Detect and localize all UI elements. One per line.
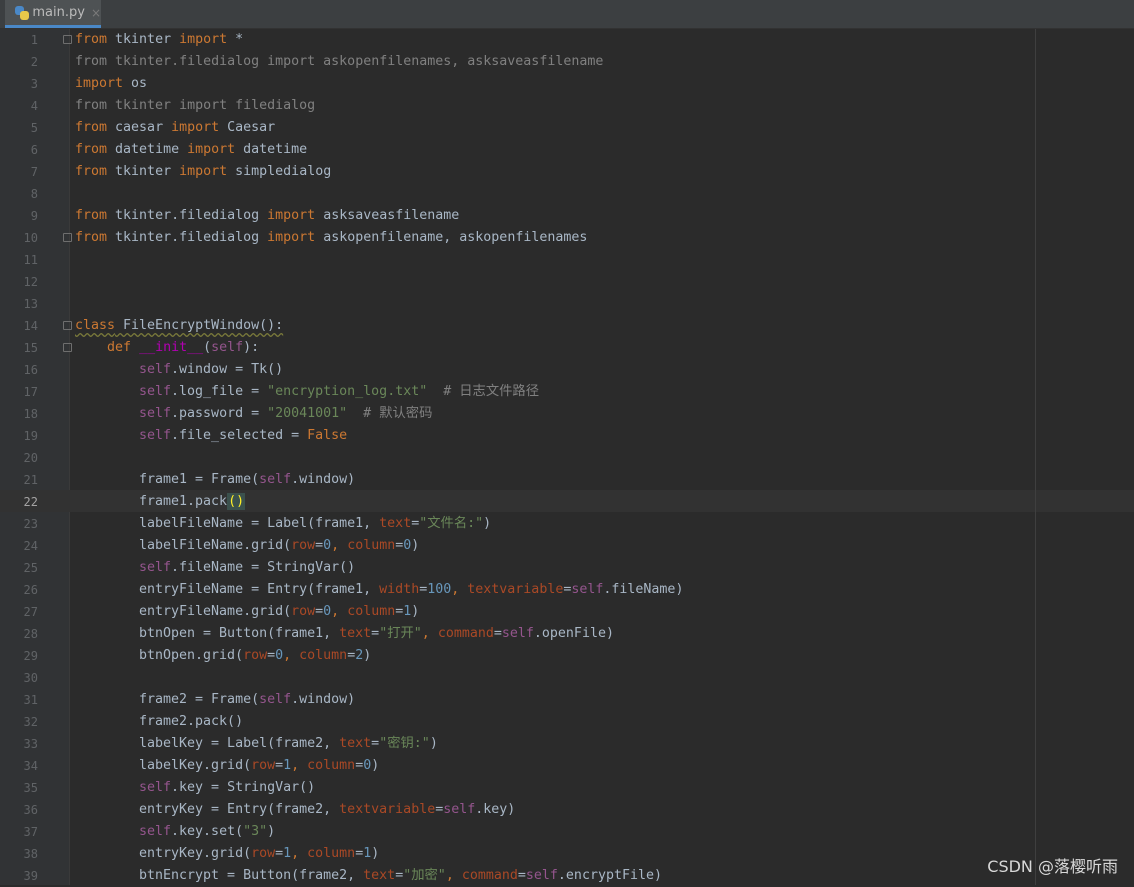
line-number: 13 bbox=[23, 297, 38, 311]
line-number: 22 bbox=[23, 495, 38, 509]
line-number: 17 bbox=[23, 385, 38, 399]
code-line: from tkinter import * bbox=[75, 32, 244, 47]
code-line: btnEncrypt = Button(frame2, text="加密", c… bbox=[139, 868, 662, 883]
code-line: from tkinter import simpledialog bbox=[75, 164, 332, 179]
code-line: from tkinter.filedialog import askopenfi… bbox=[75, 230, 588, 245]
code-line: entryKey = Entry(frame2, textvariable=se… bbox=[139, 802, 516, 817]
editor-tab-bar: main.py × bbox=[0, 0, 1134, 29]
code-line: frame2.pack() bbox=[139, 714, 244, 729]
watermark: CSDN @落樱听雨 bbox=[987, 857, 1118, 876]
line-number: 4 bbox=[30, 99, 38, 113]
line-number: 27 bbox=[23, 605, 38, 619]
line-number: 38 bbox=[23, 847, 38, 861]
right-margin-guide bbox=[1035, 29, 1036, 885]
fold-marker-icon[interactable] bbox=[63, 233, 72, 242]
fold-marker-icon[interactable] bbox=[63, 343, 72, 352]
code-line: entryKey.grid(row=1, column=1) bbox=[139, 846, 380, 861]
code-line: import os bbox=[75, 76, 148, 91]
fold-marker-icon[interactable] bbox=[63, 321, 72, 330]
code-line: from tkinter import filedialog bbox=[75, 98, 316, 113]
line-number: 30 bbox=[23, 671, 38, 685]
tab-main-py[interactable]: main.py × bbox=[5, 0, 101, 28]
line-number: 33 bbox=[23, 737, 38, 751]
line-number: 12 bbox=[23, 275, 38, 289]
line-number: 25 bbox=[23, 561, 38, 575]
line-number: 7 bbox=[30, 165, 38, 179]
code-line: self.window = Tk() bbox=[139, 362, 284, 377]
code-line: from caesar import Caesar bbox=[75, 120, 276, 135]
code-line: from tkinter.filedialog import askopenfi… bbox=[75, 54, 604, 69]
code-line: labelKey = Label(frame2, text="密钥:") bbox=[139, 736, 438, 751]
code-line: entryFileName = Entry(frame1, width=100,… bbox=[139, 582, 684, 597]
line-number: 36 bbox=[23, 803, 38, 817]
line-number: 29 bbox=[23, 649, 38, 663]
code-line-active: frame1.pack() bbox=[139, 493, 246, 510]
line-number: 18 bbox=[23, 407, 38, 421]
line-number: 20 bbox=[23, 451, 38, 465]
line-number: 9 bbox=[30, 209, 38, 223]
code-line: self.password = "20041001" # 默认密码 bbox=[139, 406, 433, 421]
code-line: self.key.set("3") bbox=[139, 824, 276, 839]
line-number: 31 bbox=[23, 693, 38, 707]
line-number: 2 bbox=[30, 55, 38, 69]
line-number: 15 bbox=[23, 341, 38, 355]
python-file-icon bbox=[15, 5, 29, 20]
code-line: btnOpen = Button(frame1, text="打开", comm… bbox=[139, 626, 614, 641]
code-line: labelFileName.grid(row=0, column=0) bbox=[139, 538, 420, 553]
close-icon[interactable]: × bbox=[91, 6, 101, 20]
line-number: 16 bbox=[23, 363, 38, 377]
line-number: 8 bbox=[30, 187, 38, 201]
line-number: 39 bbox=[23, 869, 38, 883]
code-line: btnOpen.grid(row=0, column=2) bbox=[139, 648, 372, 663]
fold-marker-icon[interactable] bbox=[63, 35, 72, 44]
code-line: labelFileName = Label(frame1, text="文件名:… bbox=[139, 516, 492, 531]
line-number: 32 bbox=[23, 715, 38, 729]
code-line: from tkinter.filedialog import asksaveas… bbox=[75, 208, 460, 223]
line-number: 23 bbox=[23, 517, 38, 531]
line-number: 6 bbox=[30, 143, 38, 157]
code-line: entryFileName.grid(row=0, column=1) bbox=[139, 604, 420, 619]
line-number: 19 bbox=[23, 429, 38, 443]
line-number: 10 bbox=[23, 231, 38, 245]
code-line: from datetime import datetime bbox=[75, 142, 308, 157]
code-line: labelKey.grid(row=1, column=0) bbox=[139, 758, 380, 773]
line-number: 21 bbox=[23, 473, 38, 487]
code-line: self.file_selected = False bbox=[139, 428, 348, 443]
line-number: 35 bbox=[23, 781, 38, 795]
text-cursor: () bbox=[227, 493, 246, 510]
line-number: 37 bbox=[23, 825, 38, 839]
tab-label: main.py bbox=[32, 5, 85, 20]
code-line: self.key = StringVar() bbox=[139, 780, 316, 795]
code-line: def __init__(self): bbox=[107, 340, 260, 355]
line-number: 1 bbox=[30, 33, 38, 47]
code-line: self.log_file = "encryption_log.txt" # 日… bbox=[139, 384, 540, 399]
line-number: 26 bbox=[23, 583, 38, 597]
code-line: self.fileName = StringVar() bbox=[139, 560, 356, 575]
line-number: 14 bbox=[23, 319, 38, 333]
code-line: class FileEncryptWindow(): bbox=[75, 318, 284, 333]
line-number: 34 bbox=[23, 759, 38, 773]
code-line: frame2 = Frame(self.window) bbox=[139, 692, 356, 707]
line-number: 11 bbox=[23, 253, 38, 267]
line-number: 28 bbox=[23, 627, 38, 641]
line-number: 24 bbox=[23, 539, 38, 553]
line-number: 3 bbox=[30, 77, 38, 91]
code-line: frame1 = Frame(self.window) bbox=[139, 472, 356, 487]
line-number: 5 bbox=[30, 121, 38, 135]
